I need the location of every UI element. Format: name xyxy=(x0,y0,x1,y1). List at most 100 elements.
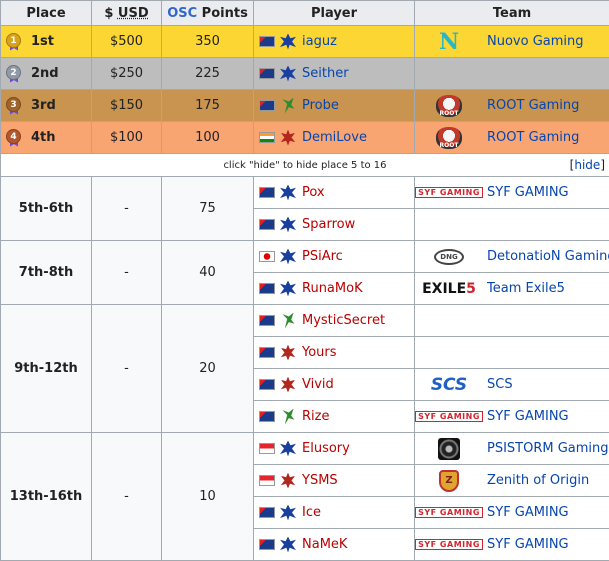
place-cell: 4 4th xyxy=(0,121,92,154)
team-link[interactable]: Team Exile5 xyxy=(487,281,565,296)
syf-logo-icon[interactable]: SYF GAMING xyxy=(415,501,483,525)
player: Sparrow xyxy=(255,210,414,240)
team-cell: ROOT ROOT Gaming xyxy=(414,89,609,122)
player-link[interactable]: PSiArc xyxy=(302,249,343,264)
flag-jp-icon xyxy=(259,251,275,262)
player-link[interactable]: RunaMoK xyxy=(302,281,363,296)
medal-icon: 1 xyxy=(5,32,23,51)
team: SCS SCS xyxy=(416,370,609,400)
player-link[interactable]: NaMeK xyxy=(302,537,347,552)
player: RunaMoK xyxy=(255,274,414,304)
syf-logo-icon[interactable]: SYF GAMING xyxy=(415,181,483,205)
points-cell: 350 xyxy=(161,25,254,58)
team-cell: SYF GAMING SYF GAMING xyxy=(414,496,609,529)
usd-abbr: USD xyxy=(117,5,149,21)
team-cell xyxy=(414,304,609,337)
team-link[interactable]: SYF GAMING xyxy=(487,505,569,520)
root-logo-icon[interactable]: ROOT xyxy=(419,126,479,150)
root-logo-icon[interactable]: ROOT xyxy=(419,94,479,118)
header-player: Player xyxy=(253,0,415,26)
team: SYF GAMING SYF GAMING xyxy=(415,498,609,528)
scs-logo-icon[interactable]: SCS xyxy=(419,373,479,397)
player-link[interactable]: Rize xyxy=(302,409,329,424)
zerg-race-icon xyxy=(280,344,296,361)
placement-row: 3 3rd $150 175 Probe ROOT ROOT Gaming xyxy=(0,89,609,122)
team-link[interactable]: SCS xyxy=(487,377,513,392)
team-link[interactable]: PSISTORM Gaming xyxy=(487,441,609,456)
team-cell: ROOT ROOT Gaming xyxy=(414,121,609,154)
team-link[interactable]: SYF GAMING xyxy=(487,409,569,424)
player: NaMeK xyxy=(255,530,414,560)
player-link[interactable]: Seither xyxy=(302,66,349,81)
flag-sg-icon xyxy=(259,443,275,454)
team-link[interactable]: Zenith of Origin xyxy=(487,473,589,488)
place-cell: 13th-16th xyxy=(0,432,92,561)
team: N Nuovo Gaming xyxy=(416,27,609,57)
team: ROOT ROOT Gaming xyxy=(416,91,609,121)
team-cell xyxy=(414,208,609,241)
psistorm-logo-icon[interactable] xyxy=(419,437,479,461)
player-link[interactable]: Pox xyxy=(302,185,325,200)
team-cell: SCS SCS xyxy=(414,368,609,401)
team-cell: Z Zenith of Origin xyxy=(414,464,609,497)
flag-au-icon xyxy=(259,347,275,358)
hide-link[interactable]: hide xyxy=(574,158,600,172)
medal-icon: 2 xyxy=(5,64,23,83)
hide-toggle-row: click "hide" to hide place 5 to 16 [hide] xyxy=(0,153,609,177)
player: PSiArc xyxy=(255,242,414,272)
team-cell xyxy=(414,336,609,369)
player-link[interactable]: Vivid xyxy=(302,377,334,392)
team: DNG DetonatioN Gaming xyxy=(416,242,609,272)
team-link[interactable]: SYF GAMING xyxy=(487,537,569,552)
player-cell: RunaMoK xyxy=(253,272,415,305)
player-link[interactable]: Elusory xyxy=(302,441,350,456)
team-link[interactable]: DetonatioN Gaming xyxy=(487,249,609,264)
points-cell: 40 xyxy=(161,240,254,305)
protoss-race-icon xyxy=(282,97,295,114)
usd-cell: - xyxy=(91,304,162,433)
syf-logo-icon[interactable]: SYF GAMING xyxy=(415,405,483,429)
medal-icon: 4 xyxy=(5,128,23,147)
team: SYF GAMING SYF GAMING xyxy=(415,402,609,432)
nuovo-logo-icon[interactable]: N xyxy=(419,29,479,55)
terran-race-icon xyxy=(280,65,296,82)
team-link[interactable]: SYF GAMING xyxy=(487,185,569,200)
group-row: 7th-8th -40 PSiArc DNG DetonatioN Gaming xyxy=(0,240,609,305)
player: Seither xyxy=(255,59,414,89)
group-row: 13th-16th -10 Elusory PSISTORM Gaming xyxy=(0,432,609,561)
team-link[interactable]: ROOT Gaming xyxy=(487,98,579,113)
zerg-race-icon xyxy=(280,129,296,146)
usd-cell: $250 xyxy=(91,57,162,90)
player-link[interactable]: Ice xyxy=(302,505,321,520)
header-points: OSC Points xyxy=(161,0,254,26)
player-link[interactable]: MysticSecret xyxy=(302,313,385,328)
zenith-logo-icon[interactable]: Z xyxy=(419,469,479,493)
player-link[interactable]: iaguz xyxy=(302,34,337,49)
player-cell: iaguz xyxy=(253,25,415,58)
header-usd: $ USD xyxy=(91,0,162,26)
player-link[interactable]: DemiLove xyxy=(302,130,367,145)
placement-row: 1 1st $500 350 iaguz N Nuovo Gaming xyxy=(0,25,609,58)
player-cell: Vivid xyxy=(253,368,415,401)
syf-logo-icon[interactable]: SYF GAMING xyxy=(415,533,483,557)
hide-link-wrap: [hide] xyxy=(569,158,605,172)
terran-race-icon xyxy=(280,248,296,265)
exile-logo-icon[interactable]: EXILE5 xyxy=(419,277,479,301)
player-link[interactable]: Yours xyxy=(302,345,337,360)
points-cell: 75 xyxy=(161,176,254,241)
player-link[interactable]: YSMS xyxy=(302,473,338,488)
player-link[interactable]: Sparrow xyxy=(302,217,355,232)
team-link[interactable]: ROOT Gaming xyxy=(487,130,579,145)
player-cell: Ice xyxy=(253,496,415,529)
player-link[interactable]: Probe xyxy=(302,98,339,113)
osc-link[interactable]: OSC xyxy=(167,6,197,21)
team-link[interactable]: Nuovo Gaming xyxy=(487,34,584,49)
flag-au-icon xyxy=(259,379,275,390)
team: SYF GAMING SYF GAMING xyxy=(415,530,609,560)
group-row: 5th-6th -75 Pox SYF GAMING SYF GAMING xyxy=(0,176,609,241)
team xyxy=(416,59,609,89)
dng-logo-icon[interactable]: DNG xyxy=(419,245,479,269)
points-cell: 100 xyxy=(161,121,254,154)
player: Vivid xyxy=(255,370,414,400)
player-cell: YSMS xyxy=(253,464,415,497)
